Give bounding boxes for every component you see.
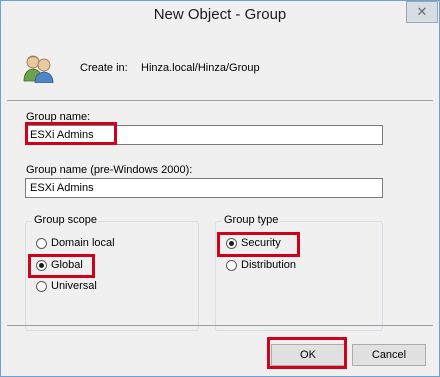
group-type-title: Group type	[222, 214, 281, 226]
users-group-icon	[23, 53, 55, 84]
create-in-label: Create in:	[80, 62, 128, 74]
new-object-group-dialog: New Object - Group ✕ Create in: Hinza.lo…	[0, 0, 440, 377]
close-icon: ✕	[416, 4, 428, 19]
close-button[interactable]: ✕	[406, 1, 438, 23]
scope-domain-local-radio[interactable]: Domain local	[36, 237, 115, 249]
highlight-ok-button	[267, 337, 347, 369]
create-in-path: Hinza.local/Hinza/Group	[141, 62, 260, 74]
footer-separator	[7, 325, 433, 326]
group-scope-title: Group scope	[32, 214, 99, 226]
header-separator	[7, 100, 433, 101]
highlight-group-name	[25, 122, 117, 145]
dialog-body: Create in: Hinza.local/Hinza/Group Group…	[7, 31, 433, 369]
title-bar[interactable]: New Object - Group ✕	[1, 1, 439, 31]
radio-button-icon	[36, 280, 47, 292]
type-distribution-radio[interactable]: Distribution	[226, 259, 296, 271]
highlight-global-option	[28, 254, 95, 278]
highlight-security-option	[217, 232, 300, 257]
dialog-title: New Object - Group	[153, 6, 287, 23]
pre2000-name-label: Group name (pre-Windows 2000):	[26, 164, 193, 176]
pre2000-name-input[interactable]: ESXi Admins	[25, 178, 383, 198]
radio-button-icon	[226, 259, 237, 271]
scope-universal-radio[interactable]: Universal	[36, 280, 97, 292]
radio-button-icon	[36, 237, 47, 249]
cancel-button[interactable]: Cancel	[352, 344, 426, 366]
